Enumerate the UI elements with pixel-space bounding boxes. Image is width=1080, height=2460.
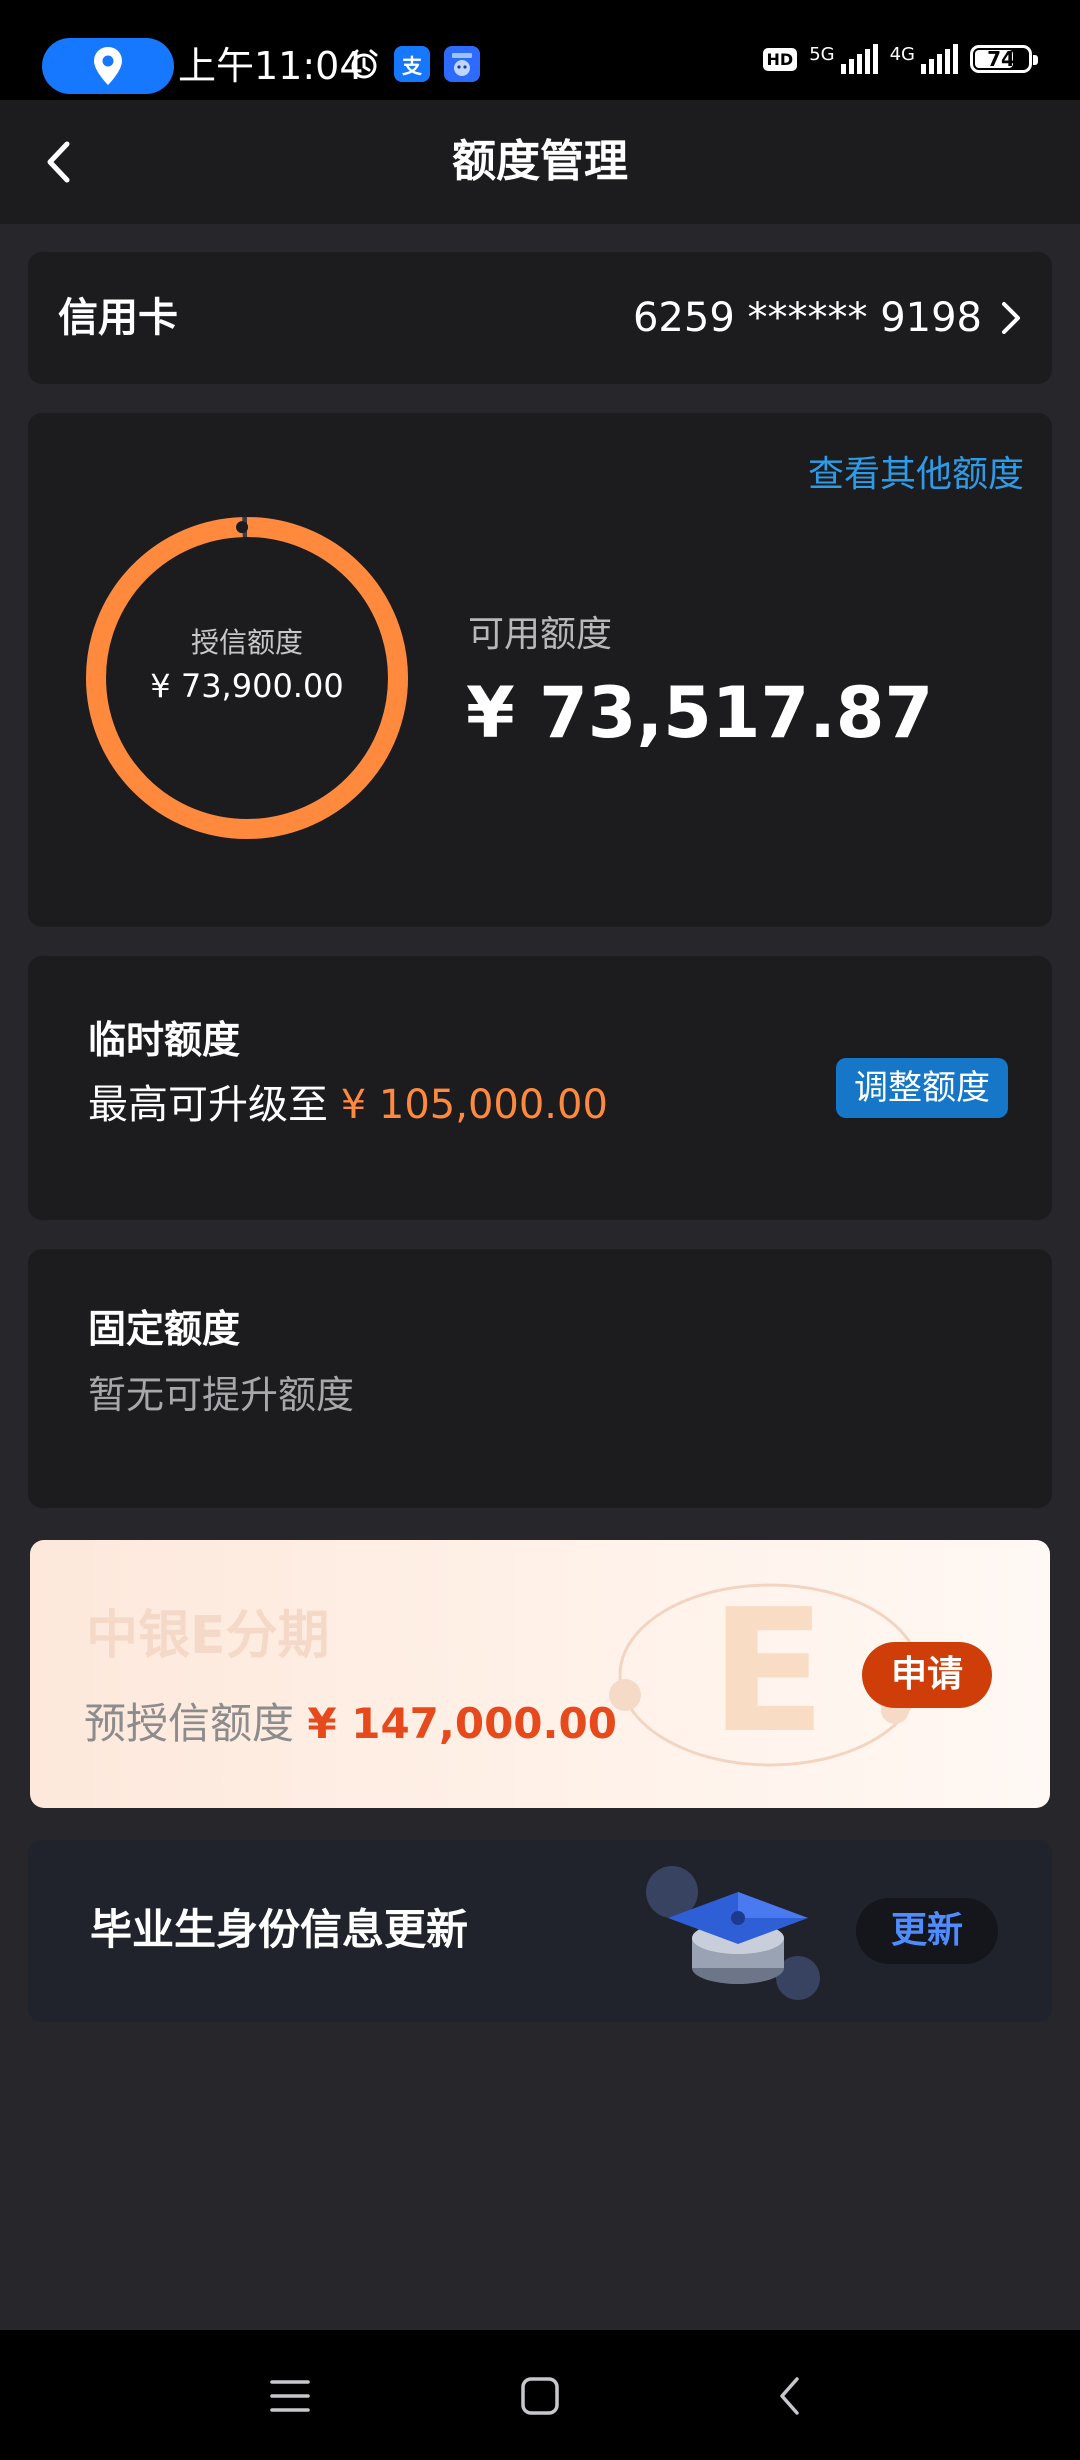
temporary-limit-title: 临时额度 <box>88 1018 241 1062</box>
temporary-limit-subtitle: 最高可升级至 ¥ 105,000.00 <box>88 1080 608 1130</box>
location-pin-icon <box>94 47 122 85</box>
signal-5g-icon <box>840 44 878 74</box>
signal-4g-icon <box>921 44 958 74</box>
promo-prefix: 预授信额度 <box>84 1699 295 1748</box>
status-bar: 上午11:04 支 HD 5G 4G 74 <box>0 0 1080 100</box>
home-nav-button[interactable] <box>510 2366 570 2426</box>
page-title: 额度管理 <box>452 136 628 187</box>
graduate-info-card[interactable]: 毕业生身份信息更新 更新 <box>28 1840 1052 2022</box>
fixed-limit-card: 固定额度 暂无可提升额度 <box>28 1249 1052 1508</box>
update-button[interactable]: 更新 <box>856 1898 998 1964</box>
battery-icon: 74 <box>970 45 1038 73</box>
svg-text:E: E <box>710 1573 826 1771</box>
promo-amount: ¥ 147,000.00 <box>307 1699 617 1748</box>
status-time: 上午11:04 <box>178 44 364 88</box>
alipay-icon: 支 <box>394 46 430 82</box>
fixed-limit-subtitle: 暂无可提升额度 <box>88 1373 355 1417</box>
location-pill[interactable] <box>42 38 174 94</box>
card-number: 6259 ****** 9198 <box>632 295 982 341</box>
account-type-label: 信用卡 <box>58 295 178 341</box>
chevron-right-icon <box>1002 302 1020 334</box>
graduation-cap-icon <box>646 1866 820 2000</box>
available-credit-value: ¥ 73,517.87 <box>466 672 934 754</box>
mascot-icon <box>452 53 472 76</box>
temporary-limit-prefix: 最高可升级至 <box>88 1082 328 1128</box>
temporary-limit-card: 临时额度 最高可升级至 ¥ 105,000.00 调整额度 <box>28 956 1052 1220</box>
back-arrow-icon <box>780 2377 799 2415</box>
installment-promo-card[interactable]: E 中银E分期 预授信额度 ¥ 147,000.00 申请 <box>30 1540 1050 1808</box>
back-nav-button[interactable] <box>760 2366 820 2426</box>
battery-level: 74 <box>987 47 1015 71</box>
fixed-limit-title: 固定额度 <box>88 1307 241 1351</box>
promo-subtitle: 预授信额度 ¥ 147,000.00 <box>84 1698 617 1750</box>
promo-title: 中银E分期 <box>86 1606 330 1666</box>
network-5g-label: 5G <box>809 44 835 65</box>
total-credit-label: 授信额度 <box>190 626 303 659</box>
credit-overview-card: 查看其他额度 授信额度 ¥ 73,900.00 可用额度 ¥ 73,517.87 <box>28 413 1052 927</box>
app-header: 额度管理 <box>0 100 1080 224</box>
alarm-icon <box>350 49 378 79</box>
credit-ring-chart: 授信额度 ¥ 73,900.00 <box>84 515 410 841</box>
temporary-limit-amount: ¥ 105,000.00 <box>340 1082 608 1128</box>
system-nav-bar <box>0 2330 1080 2460</box>
menu-icon <box>270 2380 310 2412</box>
available-credit-label: 可用额度 <box>468 614 613 655</box>
ring-marker-dot <box>236 521 249 534</box>
home-square-icon <box>521 2377 559 2415</box>
total-credit-value: ¥ 73,900.00 <box>150 667 344 705</box>
adjust-limit-button[interactable]: 调整额度 <box>836 1058 1008 1118</box>
view-other-limits-link[interactable]: 查看其他额度 <box>808 453 1024 497</box>
credit-card-selector[interactable]: 信用卡 6259 ****** 9198 <box>28 252 1052 384</box>
network-4g-label: 4G <box>889 44 915 65</box>
hd-badge: HD <box>762 47 798 71</box>
app-notification-icon <box>444 46 480 82</box>
graduate-info-title: 毕业生身份信息更新 <box>90 1905 469 1954</box>
menu-nav-button[interactable] <box>260 2366 320 2426</box>
apply-button[interactable]: 申请 <box>862 1642 992 1708</box>
